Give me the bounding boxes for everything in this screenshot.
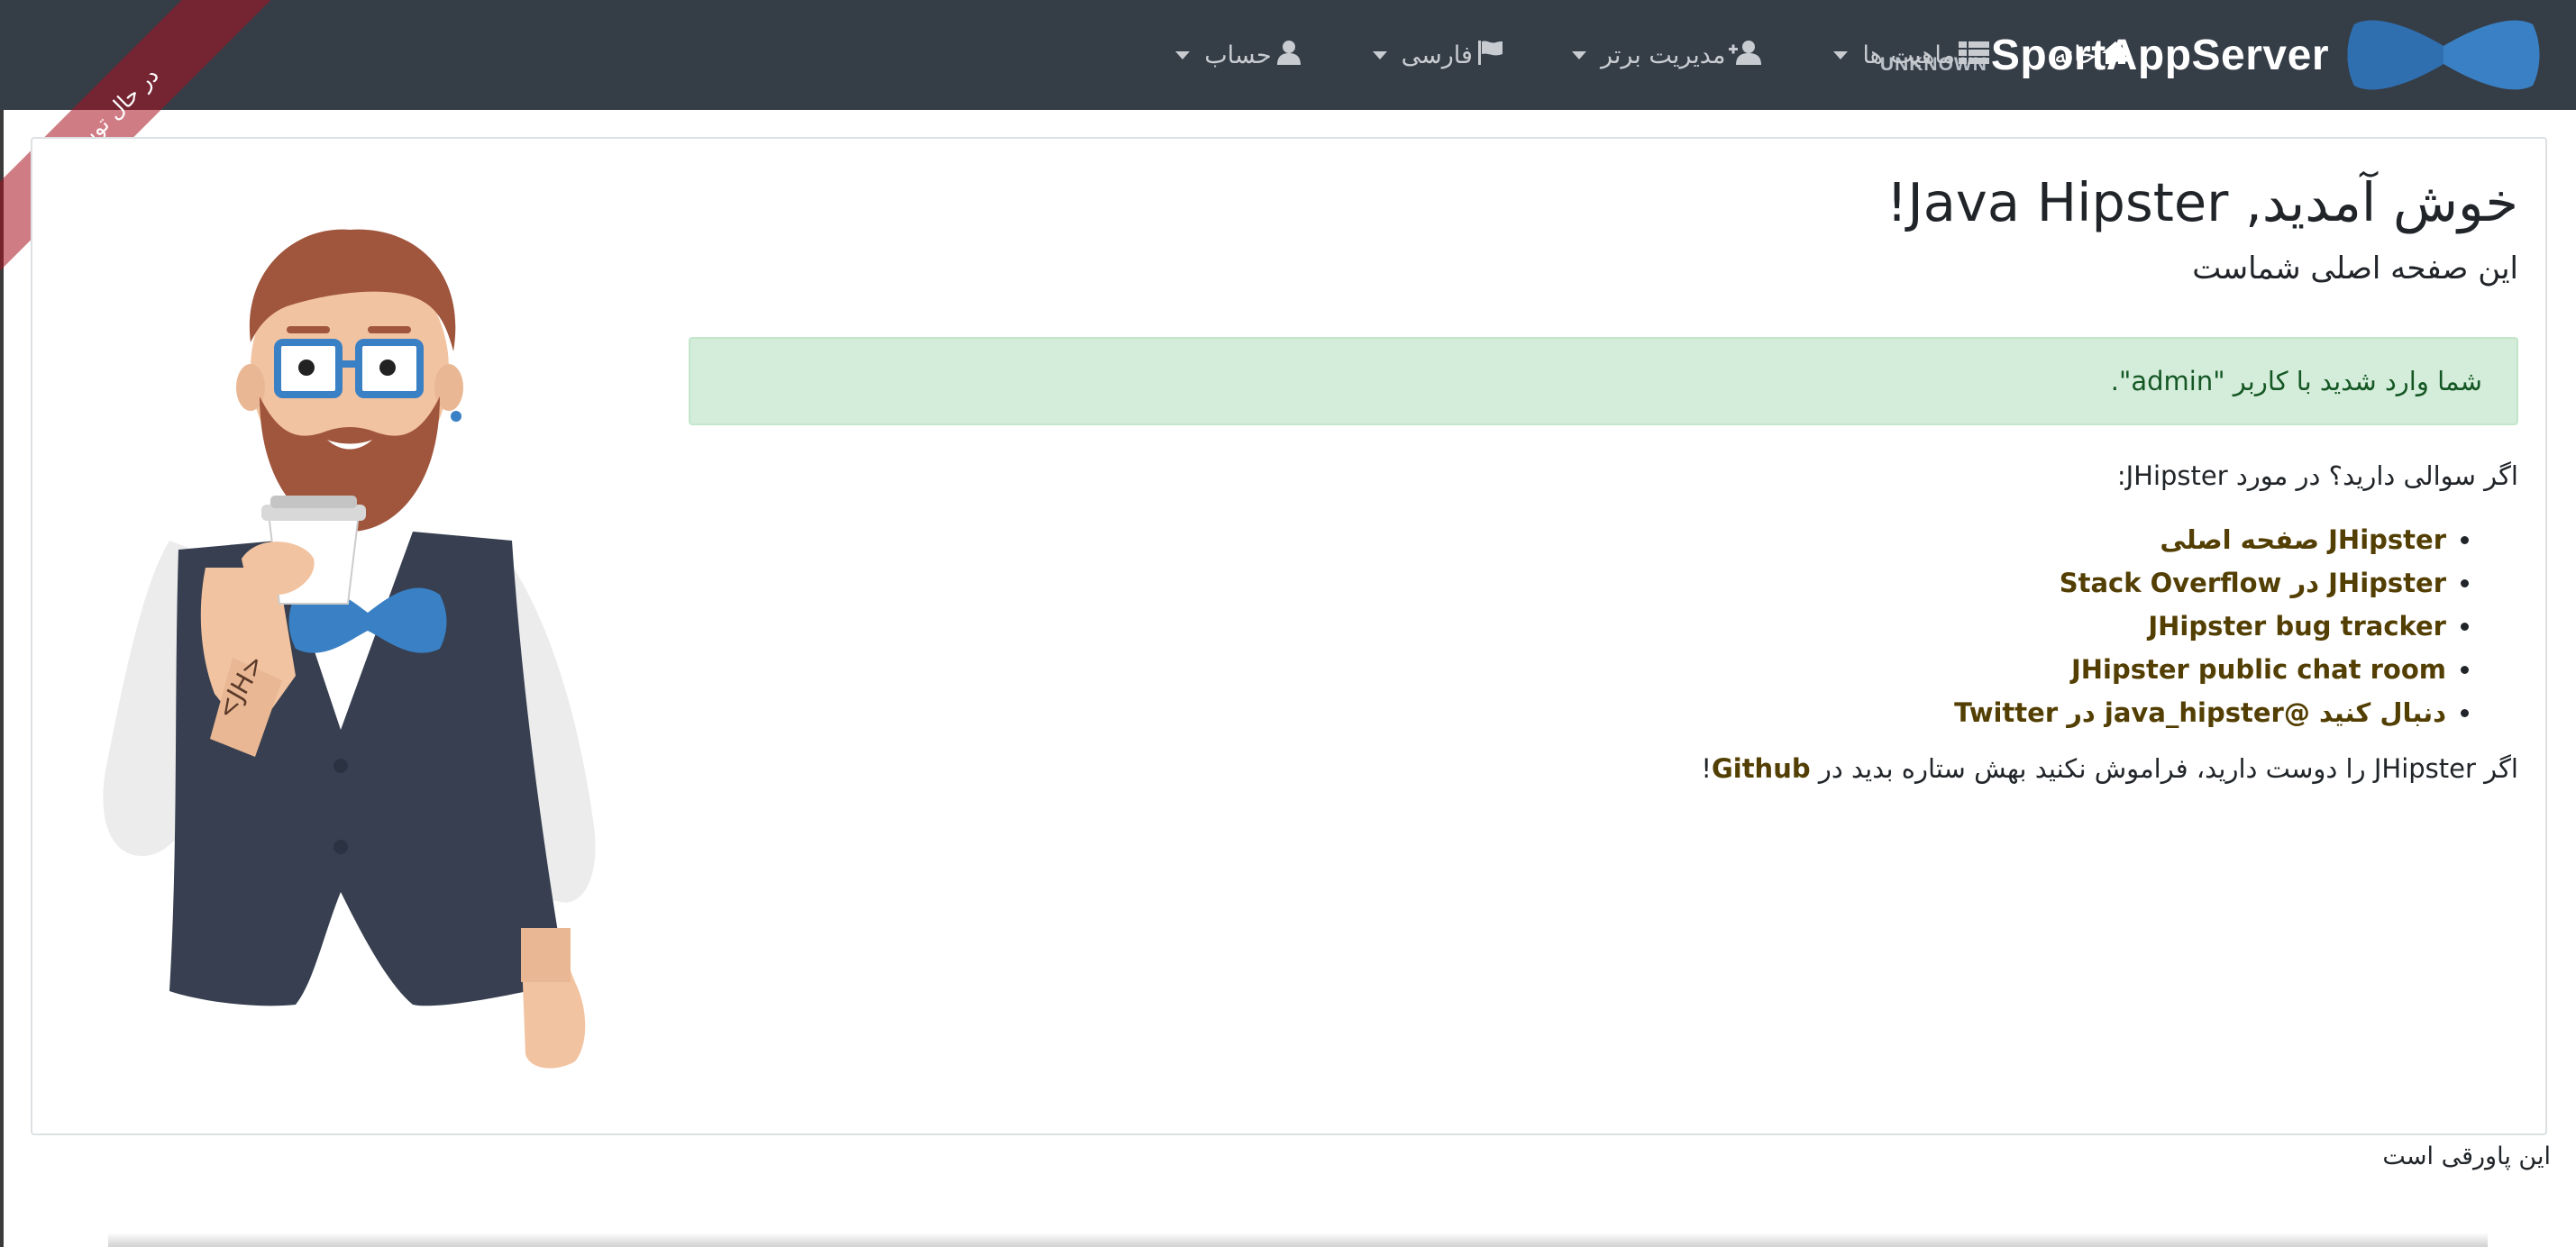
nav-account[interactable]: حساب: [1159, 0, 1318, 110]
main-content: خوش آمدید, Java Hipster! این صفحه اصلی ش…: [689, 166, 2518, 787]
github-star-text: اگر JHipster را دوست دارید، فراموش نکنید…: [1810, 752, 2518, 784]
nav-language[interactable]: فارسی: [1357, 0, 1520, 110]
user-icon: [1275, 40, 1302, 71]
nav-account-label: حساب: [1204, 41, 1272, 69]
page-title: خوش آمدید, Java Hipster!: [1886, 171, 2518, 233]
page-subtitle: این صفحه اصلی شماست: [2192, 250, 2518, 287]
main-card: <JH> خوش آمدید, Java Hipster! این صفحه ا…: [31, 137, 2547, 1135]
chevron-down-icon: [1571, 50, 1586, 59]
bowtie-logo-icon: [2347, 20, 2540, 90]
th-list-icon: [1959, 40, 1990, 71]
list-item: JHipster bug tracker: [689, 605, 2446, 648]
footer-text: این پاورقی است: [2382, 1142, 2551, 1170]
github-star-suffix: !: [1701, 752, 1712, 784]
user-plus-icon: [1729, 40, 1765, 71]
chevron-down-icon: [1372, 50, 1387, 59]
list-item: JHipster صفحه اصلی: [689, 518, 2446, 561]
list-item: دنبال کنید @java_hipster در Twitter: [689, 691, 2446, 734]
nav-entities[interactable]: ماهیت ها: [1817, 0, 2005, 110]
chevron-down-icon: [1175, 50, 1191, 59]
window-edge: [0, 110, 4, 1247]
list-item: JHipster در Stack Overflow: [689, 561, 2446, 605]
nav-admin[interactable]: مدیریت برتر: [1556, 0, 1781, 110]
page: UNKNOWN SportAppServer خانه ماهیت ها مدی…: [0, 0, 2576, 1247]
flag-icon: [1476, 40, 1503, 71]
list-item: JHipster public chat room: [689, 648, 2446, 691]
link-jhipster-homepage[interactable]: JHipster صفحه اصلی: [2160, 524, 2446, 555]
resource-links-list: JHipster صفحه اصلی JHipster در Stack Ove…: [689, 518, 2518, 734]
link-chat-room[interactable]: JHipster public chat room: [2071, 654, 2446, 685]
window-bottom-shadow: [108, 1233, 2488, 1247]
chevron-down-icon: [1833, 50, 1849, 59]
nav-home-label: خانه: [2054, 41, 2096, 69]
github-star-note: اگر JHipster را دوست دارید، فراموش نکنید…: [689, 751, 2518, 787]
nav-language-label: فارسی: [1401, 41, 1473, 69]
nav-entities-label: ماهیت ها: [1862, 41, 1956, 69]
nav-menu: خانه ماهیت ها مدیریت برتر فارسی حساب: [1159, 0, 2147, 110]
link-twitter[interactable]: دنبال کنید @java_hipster در Twitter: [1954, 697, 2446, 728]
questions-intro: اگر سوالی دارید؟ در مورد JHipster:: [2116, 460, 2518, 492]
link-bug-tracker[interactable]: JHipster bug tracker: [2148, 611, 2446, 642]
top-navbar: UNKNOWN SportAppServer خانه ماهیت ها مدی…: [0, 0, 2576, 110]
nav-home[interactable]: خانه: [2038, 0, 2147, 110]
nav-admin-label: مدیریت برتر: [1600, 41, 1726, 69]
alert-text: شما وارد شدید با کاربر "admin".: [2110, 366, 2482, 397]
login-success-alert: شما وارد شدید با کاربر "admin".: [689, 337, 2518, 426]
link-github[interactable]: Github: [1712, 753, 1811, 784]
hipster-illustration: <JH>: [103, 229, 596, 1069]
home-icon: [2100, 40, 2131, 71]
link-stack-overflow[interactable]: JHipster در Stack Overflow: [2060, 568, 2446, 598]
